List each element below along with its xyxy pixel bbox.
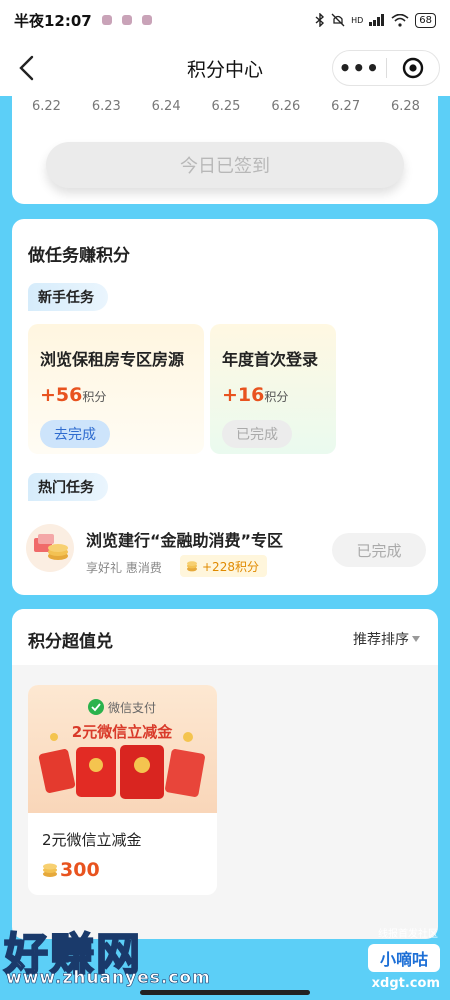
completed-button[interactable]: 已完成 <box>332 533 426 567</box>
target-icon[interactable] <box>387 57 440 79</box>
task-name: 浏览保租房专区房源 <box>40 350 185 369</box>
signal-icon <box>369 14 385 26</box>
product-image: 微信支付 2元微信立减金 <box>28 685 217 813</box>
task-points: +16积分 <box>222 384 288 406</box>
back-arrow-icon[interactable] <box>16 54 40 82</box>
checkin-date: 6.22 <box>32 98 61 114</box>
checkin-date: 6.24 <box>151 98 181 114</box>
mute-icon <box>331 13 345 27</box>
sort-dropdown[interactable]: 推荐排序 <box>353 629 420 649</box>
exchange-header: 积分超值兑 推荐排序 <box>12 609 438 665</box>
hot-task-name: 浏览建行“金融助消费”专区 <box>86 531 284 550</box>
coin-stack-icon <box>43 863 57 877</box>
hot-tag: 热门任务 <box>28 473 108 501</box>
status-right: HD 68 <box>315 12 436 28</box>
hot-task-subtitle: 享好礼 惠消费 <box>86 561 162 575</box>
bluetooth-icon <box>315 13 325 27</box>
checkin-date: 6.27 <box>331 98 361 114</box>
watermark-url-left: www.zhuanyes.com <box>6 968 211 989</box>
product-name: 2元微信立减金 <box>42 831 142 849</box>
task-points-value: +16 <box>222 384 265 406</box>
network-label: HD <box>351 15 364 25</box>
task-name: 年度首次登录 <box>222 350 319 369</box>
watermark-url-right: xdgt.com <box>371 976 440 991</box>
home-indicator[interactable] <box>140 990 310 995</box>
gift-coin-icon <box>26 524 74 572</box>
tasks-title: 做任务赚积分 <box>28 246 130 266</box>
product-card[interactable]: 微信支付 2元微信立减金 2元微信立减金 300 <box>28 685 217 895</box>
task-points-unit: 积分 <box>82 390 107 404</box>
watermark-caption-right: 线报首发社区 <box>378 929 438 940</box>
page-title: 积分中心 <box>186 58 263 81</box>
task-card-browse-housing[interactable]: 浏览保租房专区房源 +56积分 去完成 <box>28 324 204 454</box>
coin-icon <box>187 560 197 571</box>
checkin-date: 6.28 <box>390 98 420 114</box>
caret-down-icon <box>412 636 420 642</box>
product-image-title: 2元微信立减金 <box>72 723 173 741</box>
task-points: +56积分 <box>40 384 106 406</box>
completed-button[interactable]: 已完成 <box>222 420 292 448</box>
status-time: 半夜12:07 <box>14 11 92 30</box>
hot-task-row[interactable]: 浏览建行“金融助消费”专区 享好礼 惠消费 +228积分 已完成 <box>26 519 426 581</box>
checkin-date: 6.25 <box>211 98 241 114</box>
wechat-pay-icon <box>88 699 104 715</box>
task-points-value: +56 <box>40 384 83 406</box>
signed-in-button[interactable]: 今日已签到 <box>46 142 404 188</box>
notification-icons <box>101 15 152 25</box>
watermark-badge-right: 小嘀咕 <box>368 944 440 972</box>
more-dots-icon[interactable]: ••• <box>333 58 386 78</box>
checkin-card: 6.22 6.23 6.24 6.25 6.26 6.27 6.28 今日已签到 <box>12 96 438 204</box>
hot-task-points-value: +228积分 <box>202 559 259 574</box>
sort-label: 推荐排序 <box>353 632 409 648</box>
go-complete-button[interactable]: 去完成 <box>40 420 110 448</box>
notification-icon <box>101 15 112 25</box>
tasks-card: 做任务赚积分 新手任务 浏览保租房专区房源 +56积分 去完成 年度首次登录 +… <box>12 219 438 595</box>
hot-task-points: +228积分 <box>180 555 267 577</box>
status-bar: 半夜12:07 HD 68 <box>0 0 450 40</box>
task-card-first-login[interactable]: 年度首次登录 +16积分 已完成 <box>210 324 336 454</box>
battery-icon: 68 <box>415 12 436 28</box>
newbie-tag: 新手任务 <box>28 283 108 311</box>
product-price: 300 <box>42 859 100 881</box>
notification-icon <box>121 15 132 25</box>
exchange-card: 积分超值兑 推荐排序 微信支付 2元微信立减金 2元微信立减金 300 <box>12 609 438 939</box>
task-points-unit: 积分 <box>264 390 289 404</box>
notification-icon <box>141 15 152 25</box>
wifi-icon <box>391 13 409 27</box>
checkin-date: 6.23 <box>91 98 121 114</box>
checkin-dates: 6.22 6.23 6.24 6.25 6.26 6.27 6.28 <box>12 96 438 116</box>
product-price-value: 300 <box>60 859 100 881</box>
exchange-title: 积分超值兑 <box>28 632 113 652</box>
checkin-date: 6.26 <box>271 98 301 114</box>
nav-bar: 积分中心 ••• <box>0 40 450 96</box>
product-image-brand: 微信支付 <box>108 701 156 715</box>
mini-program-capsule: ••• <box>332 50 440 86</box>
